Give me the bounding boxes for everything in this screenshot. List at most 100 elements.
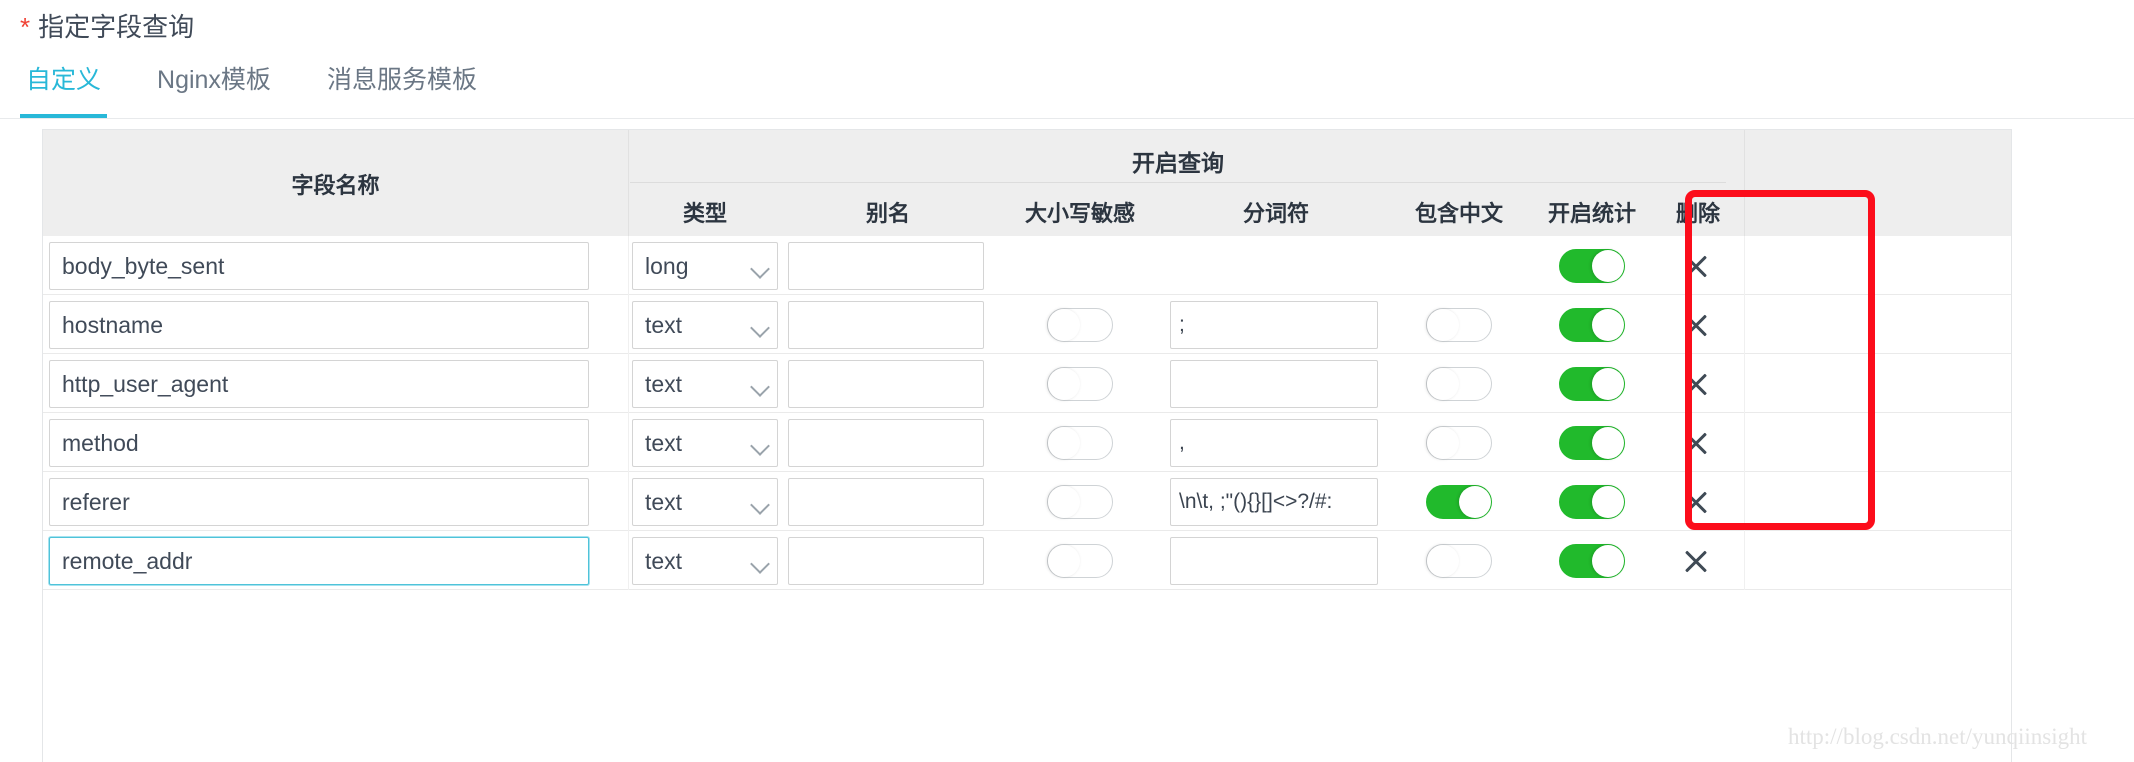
page-root: * 指定字段查询 自定义 Nginx模板 消息服务模板 开启查询 字段名称 类型 …: [0, 0, 2134, 762]
cell-separator: [1744, 236, 1745, 295]
required-asterisk: *: [20, 12, 31, 42]
contains-chinese-toggle[interactable]: [1426, 308, 1492, 342]
field-name-input[interactable]: body_byte_sent: [49, 242, 589, 290]
tokenizer-input[interactable]: [1170, 537, 1378, 585]
tokenizer-input[interactable]: ,: [1170, 419, 1378, 467]
tab-nginx-template[interactable]: Nginx模板: [151, 60, 277, 118]
enable-stats-toggle[interactable]: [1559, 426, 1625, 460]
cell-type: text: [628, 354, 782, 413]
watermark: http://blog.csdn.net/yunqiinsight: [1788, 724, 2087, 749]
cell-alias: [782, 295, 994, 354]
cell-delete: [1652, 472, 1744, 531]
table-row: method text,: [43, 413, 2011, 472]
column-header-delete: 删除: [1675, 201, 1720, 226]
close-icon[interactable]: [1682, 370, 1710, 398]
field-name-input[interactable]: remote_addr: [49, 537, 589, 585]
table-row: referer text \n\t, ;"(){}[]<>?/#:: [43, 472, 2011, 531]
enable-stats-toggle[interactable]: [1559, 308, 1625, 342]
cell-type: text: [628, 472, 782, 531]
cell-contains-chinese: [1386, 531, 1532, 590]
cell-enable-stats: [1532, 295, 1652, 354]
alias-input[interactable]: [788, 360, 984, 408]
table-row: hostname text;: [43, 295, 2011, 354]
cell-alias: [782, 354, 994, 413]
type-select[interactable]: text: [632, 419, 778, 467]
contains-chinese-toggle[interactable]: [1426, 426, 1492, 460]
close-icon[interactable]: [1682, 488, 1710, 516]
column-header-enable-stats: 开启统计: [1547, 201, 1636, 226]
chevron-down-icon: [750, 318, 770, 338]
field-name-input[interactable]: method: [49, 419, 589, 467]
cell-case-sensitive: [994, 295, 1166, 354]
field-name-input[interactable]: http_user_agent: [49, 360, 589, 408]
cell-tokenizer: ,: [1166, 413, 1386, 472]
cell-field-name: hostname: [43, 295, 628, 354]
contains-chinese-toggle[interactable]: [1426, 544, 1492, 578]
field-config-table: 开启查询 字段名称 类型 别名 大小写敏感 分词符 包含中文 开启统计 删除 b…: [42, 129, 2012, 762]
cell-alias: [782, 236, 994, 295]
table-row: http_user_agent text: [43, 354, 2011, 413]
toggle-knob: [1427, 368, 1459, 400]
alias-input[interactable]: [788, 301, 984, 349]
cell-enable-stats: [1532, 236, 1652, 295]
field-name-input[interactable]: hostname: [49, 301, 589, 349]
type-select[interactable]: text: [632, 478, 778, 526]
alias-input[interactable]: [788, 537, 984, 585]
toggle-knob: [1048, 309, 1080, 341]
tokenizer-input[interactable]: [1170, 360, 1378, 408]
case-sensitive-toggle[interactable]: [1047, 544, 1113, 578]
alias-input[interactable]: [788, 242, 984, 290]
type-select[interactable]: text: [632, 537, 778, 585]
cell-case-sensitive: [994, 531, 1166, 590]
case-sensitive-toggle[interactable]: [1047, 367, 1113, 401]
cell-alias: [782, 531, 994, 590]
toggle-knob: [1592, 545, 1624, 577]
alias-input[interactable]: [788, 478, 984, 526]
cell-separator: [1744, 354, 1745, 413]
type-select[interactable]: long: [632, 242, 778, 290]
case-sensitive-toggle[interactable]: [1047, 485, 1113, 519]
case-sensitive-toggle[interactable]: [1047, 426, 1113, 460]
cell-tokenizer: [1166, 531, 1386, 590]
enable-stats-toggle[interactable]: [1559, 544, 1625, 578]
cell-contains-chinese: [1386, 413, 1532, 472]
enable-stats-toggle[interactable]: [1559, 367, 1625, 401]
cell-field-name: body_byte_sent: [43, 236, 628, 295]
cell-separator: [1744, 472, 1745, 531]
cell-delete: [1652, 531, 1744, 590]
contains-chinese-toggle[interactable]: [1426, 485, 1492, 519]
toggle-knob: [1048, 427, 1080, 459]
enable-stats-toggle[interactable]: [1559, 249, 1625, 283]
cell-field-name: method: [43, 413, 628, 472]
close-icon[interactable]: [1682, 311, 1710, 339]
cell-contains-chinese: [1386, 236, 1532, 295]
field-name-input[interactable]: referer: [49, 478, 589, 526]
column-header-field-name: 字段名称: [291, 173, 380, 198]
cell-contains-chinese: [1386, 354, 1532, 413]
case-sensitive-toggle[interactable]: [1047, 308, 1113, 342]
tab-custom[interactable]: 自定义: [20, 60, 108, 118]
header-separator: [628, 130, 629, 236]
close-icon[interactable]: [1682, 252, 1710, 280]
tokenizer-input[interactable]: ;: [1170, 301, 1378, 349]
chevron-down-icon: [750, 259, 770, 279]
toggle-knob: [1459, 486, 1491, 518]
table-row: body_byte_sent long: [43, 236, 2011, 295]
tokenizer-input[interactable]: \n\t, ;"(){}[]<>?/#:: [1170, 478, 1378, 526]
tab-message-service-template[interactable]: 消息服务模板: [321, 60, 483, 118]
contains-chinese-toggle[interactable]: [1426, 367, 1492, 401]
alias-input[interactable]: [788, 419, 984, 467]
close-icon[interactable]: [1682, 547, 1710, 575]
cell-case-sensitive: [994, 354, 1166, 413]
type-select[interactable]: text: [632, 360, 778, 408]
close-icon[interactable]: [1682, 429, 1710, 457]
toggle-knob: [1592, 427, 1624, 459]
toggle-knob: [1048, 486, 1080, 518]
column-header-alias: 别名: [865, 201, 910, 226]
enable-stats-toggle[interactable]: [1559, 485, 1625, 519]
type-select[interactable]: text: [632, 301, 778, 349]
tab-divider: [0, 118, 2134, 119]
cell-field-name: remote_addr: [43, 531, 628, 590]
chevron-down-icon: [750, 554, 770, 574]
toggle-knob: [1427, 309, 1459, 341]
